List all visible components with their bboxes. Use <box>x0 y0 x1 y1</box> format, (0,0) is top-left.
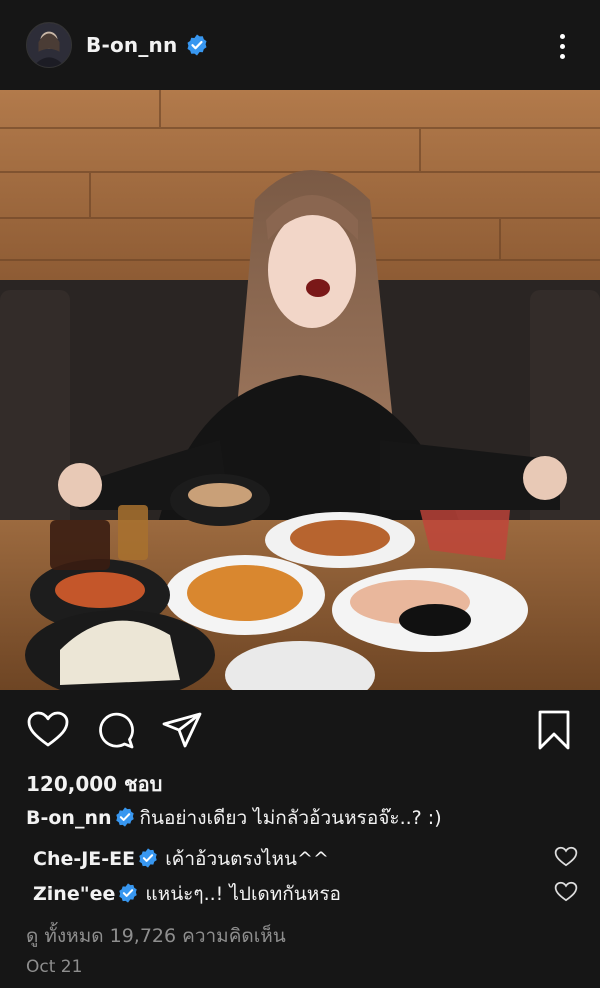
comment-icon[interactable] <box>94 708 138 752</box>
comment-text: แหน่ะๆ..! ไปเดทกันหรอ <box>145 883 341 905</box>
likes-count[interactable]: 120,000 ชอบ <box>26 768 162 800</box>
caption-username[interactable]: B-on_nn <box>26 807 112 829</box>
comment-username[interactable]: Zine"ee <box>33 883 115 905</box>
verified-badge-icon <box>137 847 159 869</box>
post-caption: B-on_nn กินอย่างเดียว ไม่กลัวอ้วนหรอจ๊ะ..… <box>26 803 442 833</box>
comment-like-heart-icon[interactable] <box>554 845 578 869</box>
comment-like-heart-icon[interactable] <box>554 880 578 904</box>
bookmark-icon[interactable] <box>532 708 576 752</box>
comment-row: Che-JE-EE เค้าอ้วนตรงไหน^^ <box>33 844 578 874</box>
post-header: B-on_nn <box>0 0 600 90</box>
heart-icon[interactable] <box>26 708 70 752</box>
comment-text: เค้าอ้วนตรงไหน^^ <box>165 848 329 870</box>
comment-row: Zine"ee แหน่ะๆ..! ไปเดทกันหรอ <box>33 879 578 909</box>
verified-badge-icon <box>114 806 136 828</box>
view-all-comments-link[interactable]: ดู ทั้งหมด 19,726 ความคิดเห็น <box>26 921 286 951</box>
avatar[interactable] <box>26 22 72 68</box>
caption-text: กินอย่างเดียว ไม่กลัวอ้วนหรอจ๊ะ..? :) <box>139 807 442 829</box>
verified-badge-icon <box>117 882 139 904</box>
post-username[interactable]: B-on_nn <box>86 33 177 57</box>
send-icon[interactable] <box>160 708 204 752</box>
verified-badge-icon <box>185 33 209 57</box>
action-bar <box>26 708 576 754</box>
post-photo[interactable] <box>0 90 600 690</box>
comment-username[interactable]: Che-JE-EE <box>33 848 135 870</box>
more-options-icon[interactable] <box>558 34 566 62</box>
post-date: Oct 21 <box>26 957 83 977</box>
